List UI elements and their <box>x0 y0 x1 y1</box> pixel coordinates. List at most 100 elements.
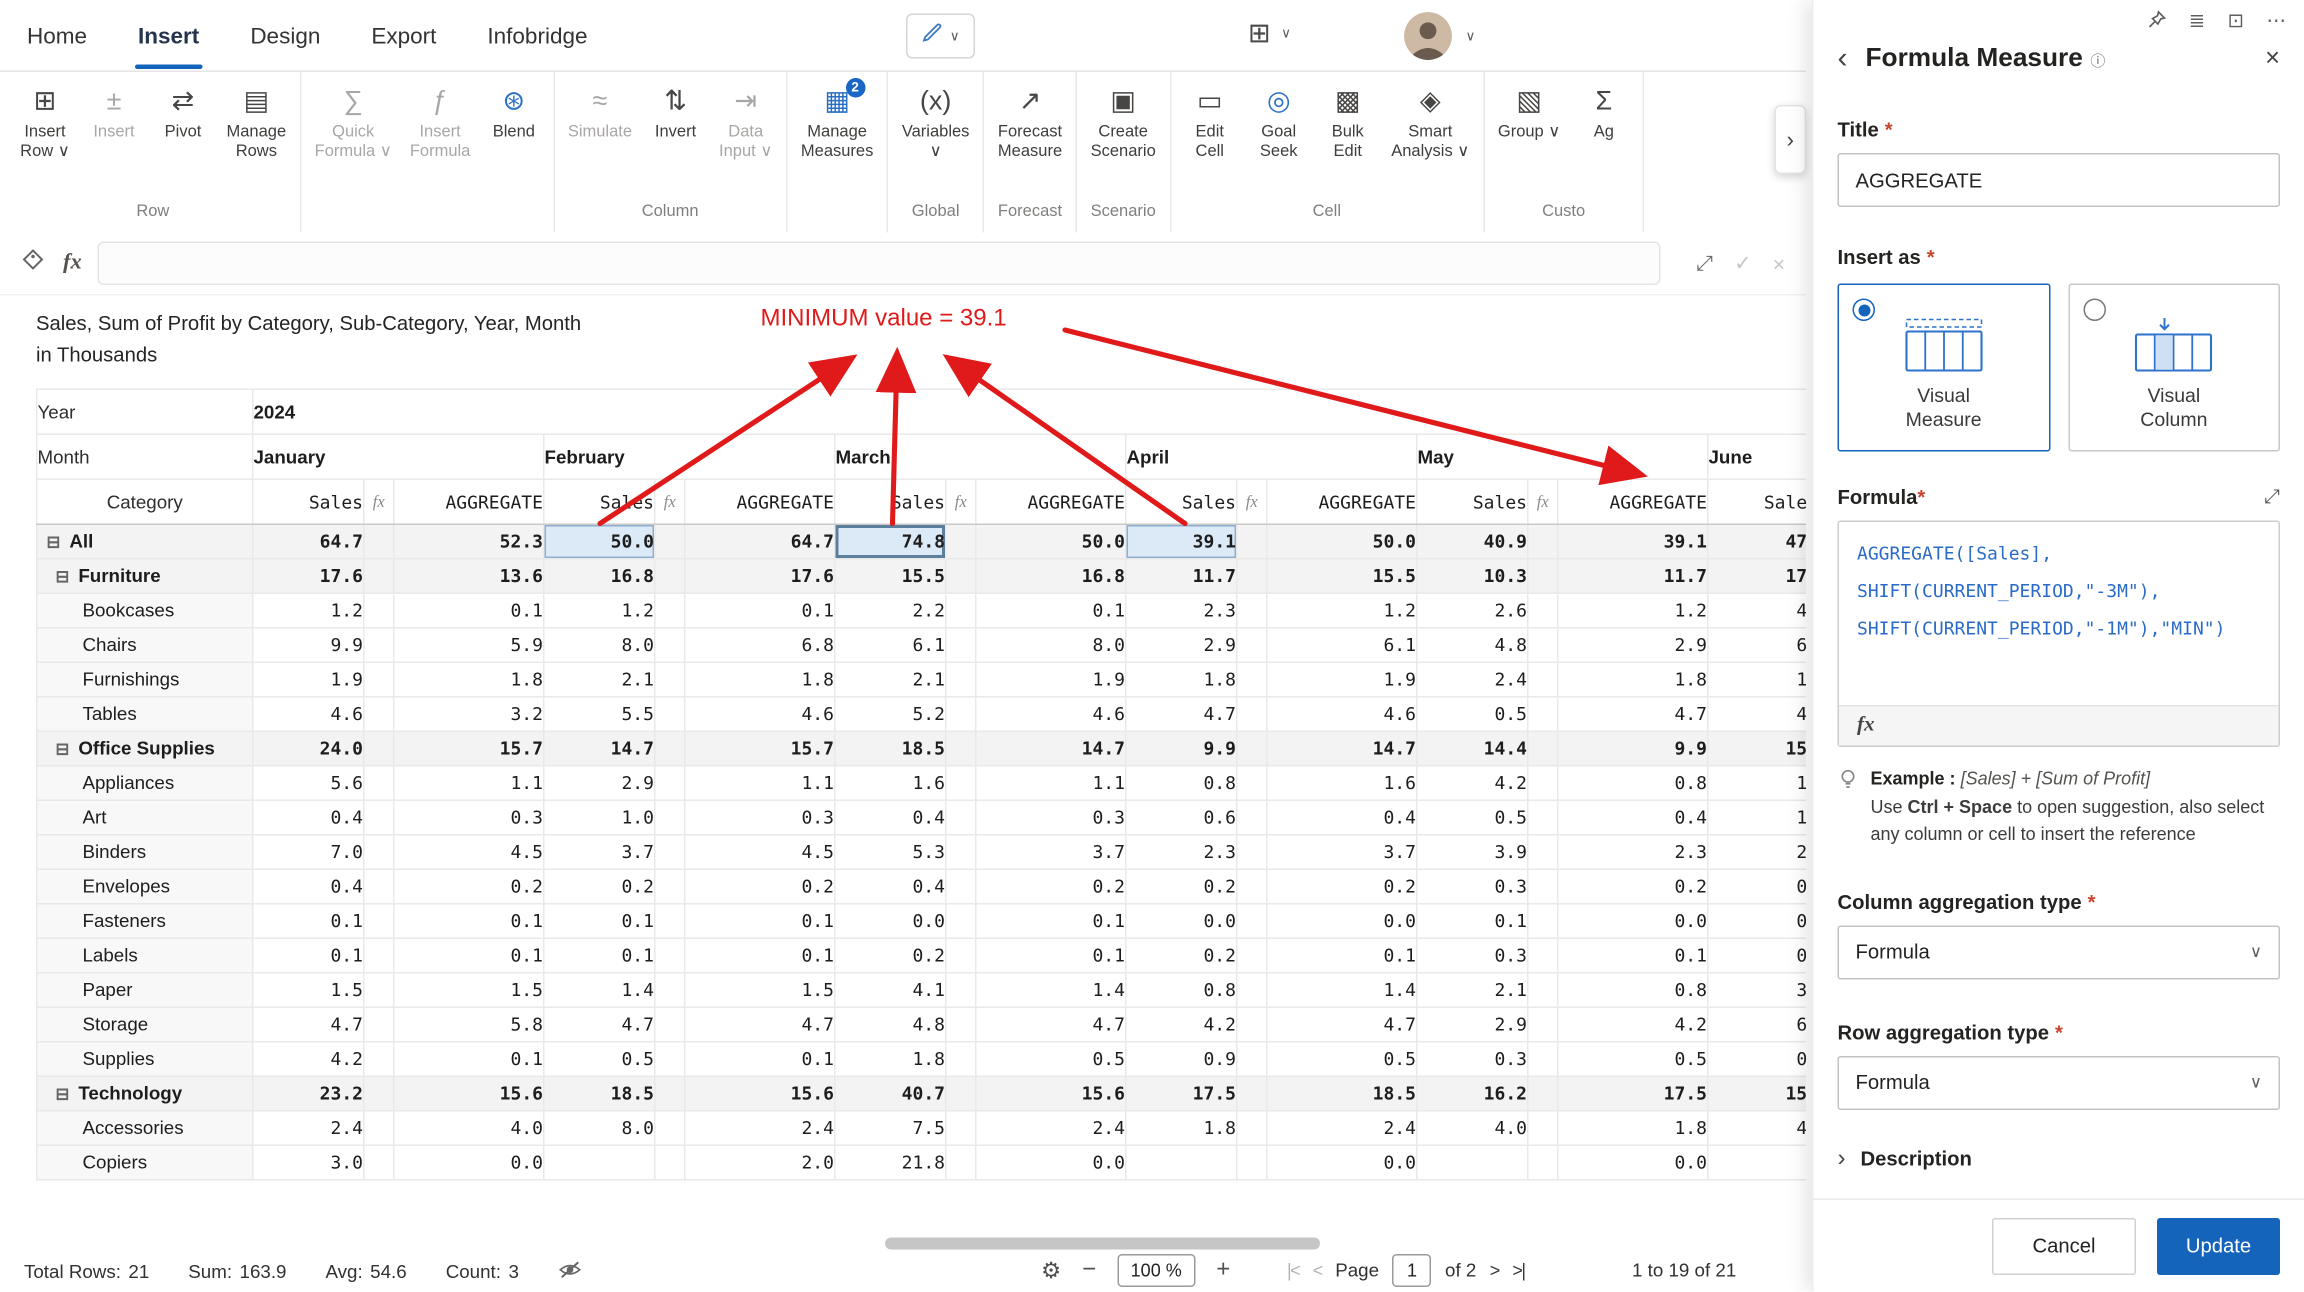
table-cell[interactable]: 3.7 <box>1267 835 1417 870</box>
table-cell[interactable]: 0.0 <box>1267 904 1417 939</box>
ribbon-button-quick-formula[interactable]: ∑QuickFormula ∨ <box>306 72 401 162</box>
table-cell[interactable]: 18.5 <box>1267 1076 1417 1111</box>
row-label[interactable]: Furnishings <box>37 662 253 697</box>
table-cell[interactable]: 3.7 <box>976 835 1126 870</box>
table-cell[interactable]: 15. <box>1708 731 1806 766</box>
ribbon-button-forecast-measure[interactable]: ↗ForecastMeasure <box>989 72 1071 162</box>
ribbon-button-insert-row[interactable]: ⊞InsertRow ∨ <box>11 72 80 162</box>
table-cell[interactable]: 7.0 <box>253 835 364 870</box>
tag-icon[interactable] <box>21 248 45 280</box>
table-cell[interactable]: 0.5 <box>1267 1042 1417 1077</box>
table-cell[interactable]: 1.9 <box>1267 662 1417 697</box>
zoom-out-button[interactable]: − <box>1082 1257 1096 1284</box>
tab-insert[interactable]: Insert <box>138 0 199 72</box>
table-cell[interactable]: 23.2 <box>253 1076 364 1111</box>
table-cell[interactable]: 0.2 <box>1558 869 1708 904</box>
table-cell[interactable]: 1.2 <box>253 593 364 628</box>
table-cell[interactable]: 0.3 <box>1417 869 1528 904</box>
column-aggregation-select[interactable]: Formula ∨ <box>1838 925 2281 979</box>
table-cell[interactable]: 15.5 <box>1267 559 1417 594</box>
table-cell[interactable]: 17.6 <box>685 559 835 594</box>
account-menu[interactable]: ∨ <box>1404 12 1475 60</box>
table-cell[interactable]: 0.0 <box>976 1145 1126 1180</box>
table-cell[interactable]: 0.2 <box>685 869 835 904</box>
table-cell[interactable]: 0.6 <box>1126 800 1237 835</box>
table-cell[interactable]: 14.7 <box>544 731 655 766</box>
row-label[interactable]: Chairs <box>37 628 253 663</box>
collapse-toggle-icon[interactable]: ⊟ <box>56 1085 70 1105</box>
table-cell[interactable]: 2.4 <box>1267 1111 1417 1146</box>
table-cell[interactable]: 0.1 <box>253 938 364 973</box>
ribbon-button-smart-analysis[interactable]: ◈SmartAnalysis ∨ <box>1382 72 1478 162</box>
table-cell[interactable]: 3.2 <box>394 697 544 732</box>
confirm-icon[interactable]: ✓ <box>1734 251 1752 277</box>
ribbon-button-bulk-edit[interactable]: ▩BulkEdit <box>1313 72 1382 162</box>
table-cell[interactable]: 9.9 <box>253 628 364 663</box>
table-cell[interactable]: 0.0 <box>1126 904 1237 939</box>
table-cell[interactable]: 6.8 <box>685 628 835 663</box>
table-cell[interactable]: 15.7 <box>685 731 835 766</box>
table-cell[interactable]: 17.5 <box>1126 1076 1237 1111</box>
table-cell[interactable] <box>544 1145 655 1180</box>
table-cell[interactable]: 1. <box>1708 800 1806 835</box>
settings-gear-icon[interactable]: ⚙ <box>1041 1257 1061 1284</box>
highlighted-cell[interactable]: 39.1 <box>1126 524 1237 559</box>
table-cell[interactable]: 0.4 <box>835 800 946 835</box>
last-page-button[interactable]: >| <box>1512 1260 1524 1281</box>
option-visual-measure[interactable]: VisualMeasure <box>1838 284 2050 452</box>
table-cell[interactable]: 0. <box>1708 869 1806 904</box>
table-cell[interactable]: 0.3 <box>976 800 1126 835</box>
table-cell[interactable]: 0.1 <box>394 938 544 973</box>
table-cell[interactable]: 1.8 <box>1126 1111 1237 1146</box>
table-cell[interactable]: 2. <box>1708 835 1806 870</box>
table-cell[interactable]: 1.8 <box>1126 662 1237 697</box>
table-cell[interactable]: 11.7 <box>1558 559 1708 594</box>
table-cell[interactable]: 4.2 <box>1417 766 1528 801</box>
table-cell[interactable]: 0.1 <box>976 938 1126 973</box>
table-cell[interactable]: 18.5 <box>544 1076 655 1111</box>
table-cell[interactable] <box>1417 1145 1528 1180</box>
row-aggregation-select[interactable]: Formula ∨ <box>1838 1055 2281 1109</box>
table-cell[interactable]: 2.4 <box>1417 662 1528 697</box>
table-cell[interactable]: 4.0 <box>394 1111 544 1146</box>
measure-title-input[interactable] <box>1838 153 2281 207</box>
table-cell[interactable]: 0.2 <box>1267 869 1417 904</box>
table-cell[interactable]: 4.6 <box>685 697 835 732</box>
table-cell[interactable]: 6. <box>1708 628 1806 663</box>
zoom-level[interactable]: 100 % <box>1117 1254 1195 1287</box>
table-cell[interactable]: 1.0 <box>544 800 655 835</box>
table-cell[interactable]: 1.5 <box>253 973 364 1008</box>
table-cell[interactable]: 6.1 <box>835 628 946 663</box>
tab-design[interactable]: Design <box>250 0 320 72</box>
table-cell[interactable]: 2.1 <box>835 662 946 697</box>
list-icon[interactable]: ≣ <box>2189 9 2205 33</box>
table-cell[interactable]: 0.0 <box>835 904 946 939</box>
table-cell[interactable]: 0.2 <box>976 869 1126 904</box>
close-panel-icon[interactable]: × <box>2265 43 2280 73</box>
table-cell[interactable]: 47. <box>1708 524 1806 559</box>
table-cell[interactable]: 18.5 <box>835 731 946 766</box>
tab-export[interactable]: Export <box>371 0 436 72</box>
formula-input[interactable] <box>97 242 1661 286</box>
table-cell[interactable]: 2.9 <box>1126 628 1237 663</box>
table-cell[interactable]: 0.3 <box>394 800 544 835</box>
row-label[interactable]: Fasteners <box>37 904 253 939</box>
horizontal-scrollbar[interactable] <box>885 1238 1320 1250</box>
table-cell[interactable]: 11.7 <box>1126 559 1237 594</box>
update-button[interactable]: Update <box>2157 1217 2280 1274</box>
annotate-tool-button[interactable]: ∨ <box>906 14 975 59</box>
table-cell[interactable]: 2.3 <box>1126 835 1237 870</box>
table-cell[interactable]: 1.8 <box>1558 1111 1708 1146</box>
row-label[interactable]: Binders <box>37 835 253 870</box>
table-cell[interactable]: 0.2 <box>394 869 544 904</box>
table-cell[interactable] <box>1708 1145 1806 1180</box>
tab-home[interactable]: Home <box>27 0 87 72</box>
table-cell[interactable]: 0.5 <box>1417 697 1528 732</box>
table-cell[interactable]: 16.8 <box>976 559 1126 594</box>
table-cell[interactable]: 40.9 <box>1417 524 1528 559</box>
highlighted-cell[interactable]: 74.8 <box>835 524 946 559</box>
table-cell[interactable]: 0.0 <box>394 1145 544 1180</box>
table-cell[interactable]: 4.2 <box>1558 1007 1708 1042</box>
table-cell[interactable]: 1.8 <box>1558 662 1708 697</box>
table-cell[interactable]: 0.5 <box>1417 800 1528 835</box>
